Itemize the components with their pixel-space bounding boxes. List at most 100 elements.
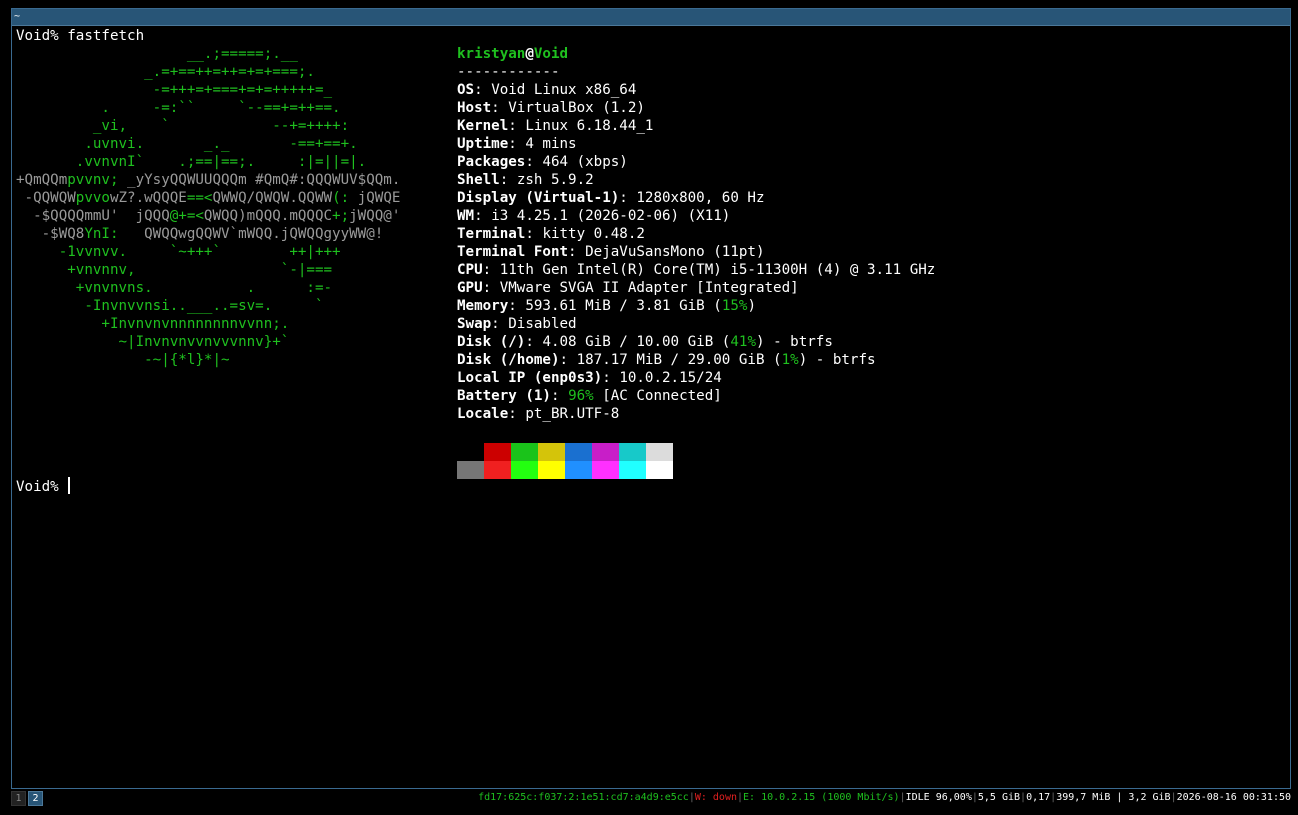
info-line: Kernel: Linux 6.18.44_1 bbox=[457, 118, 654, 134]
logo-line: -Invnvvnsi..___..=sv=. ` bbox=[16, 297, 323, 315]
info-line: Locale: pt_BR.UTF-8 bbox=[457, 406, 620, 422]
info-key: OS bbox=[457, 82, 475, 98]
color-swatch bbox=[619, 443, 646, 461]
logo-segment: @+=< bbox=[169, 208, 204, 224]
logo-segment: +QmQQm bbox=[16, 172, 68, 188]
info-line: Local IP (enp0s3): 10.0.2.15/24 bbox=[457, 370, 722, 386]
info-value: 11th Gen Intel(R) Core(TM) i5-11300H (4)… bbox=[499, 262, 936, 278]
info-key: Display (Virtual-1) bbox=[457, 190, 620, 206]
logo-segment: -1vvnvv. `~+++` ++|+++ bbox=[16, 244, 341, 260]
info-value-suffix: ) - btrfs bbox=[798, 352, 876, 368]
color-swatch bbox=[565, 443, 592, 461]
info-line: Uptime: 4 mins bbox=[457, 136, 577, 152]
info-key: Packages bbox=[457, 154, 526, 170]
logo-segment: jWQQ@' bbox=[349, 208, 401, 224]
info-key: CPU bbox=[457, 262, 483, 278]
info-value: 187.17 MiB / 29.00 GiB ( bbox=[576, 352, 782, 368]
info-value-suffix: ) bbox=[747, 298, 756, 314]
hostname: Void bbox=[533, 46, 569, 62]
info-key: Swap bbox=[457, 316, 492, 332]
at-sign: @ bbox=[525, 46, 534, 62]
color-swatch bbox=[484, 461, 511, 479]
load-status: 0,17 bbox=[1026, 792, 1051, 803]
ipv6-status: fd17:625c:f037:2:1e51:cd7:a4d9:e5cc bbox=[478, 792, 689, 803]
logo-segment: _vi, ` --+=++++: bbox=[16, 118, 350, 134]
info-line: Host: VirtualBox (1.2) bbox=[457, 100, 645, 116]
logo-segment: +; bbox=[332, 208, 350, 224]
logo-segment: -~|{*l}*|~ bbox=[16, 352, 230, 368]
logo-line: -$WQ8YnI: QWQQwgQQWV`mWQQ.jQWQQgyyWW@! bbox=[16, 225, 384, 243]
wifi-status: W: down bbox=[694, 792, 737, 803]
logo-line: -QQWQWpvvowZ?.wQQQE==<QWWQ/QWQW.QQWW(: j… bbox=[16, 189, 401, 207]
logo-segment: .uvnvi. _._ -==+==+. bbox=[16, 136, 358, 152]
info-line: WM: i3 4.25.1 (2026-02-06) (X11) bbox=[457, 208, 731, 224]
info-value: Void Linux x86_64 bbox=[491, 82, 637, 98]
info-key: Uptime bbox=[457, 136, 509, 152]
color-swatch bbox=[592, 461, 619, 479]
logo-segment: ~|Invnvnvvnvvvnnv}+` bbox=[16, 334, 290, 350]
info-key: Host bbox=[457, 100, 492, 116]
info-value-suffix: ) - btrfs bbox=[755, 334, 833, 350]
logo-segment: pvvo bbox=[75, 190, 110, 206]
clock: 2026-08-16 00:31:50 bbox=[1176, 792, 1291, 803]
logo-segment: +Invnvnvnnnnnnnnvvnn;. bbox=[16, 316, 290, 332]
text-cursor bbox=[68, 477, 71, 494]
info-key: Battery (1) bbox=[457, 388, 551, 404]
logo-line: +vnvnnv, `-|=== bbox=[16, 261, 332, 279]
info-key: GPU bbox=[457, 280, 483, 296]
info-line: Terminal: kitty 0.48.2 bbox=[457, 226, 645, 242]
color-swatch bbox=[592, 443, 619, 461]
logo-segment: . -=:`` `--==+=++==. bbox=[16, 100, 341, 116]
info-key: Memory bbox=[457, 298, 509, 314]
logo-segment: QWQQ)mQQQ.mQQQC bbox=[203, 208, 333, 224]
window-title: ~ bbox=[14, 11, 21, 22]
info-key: Local IP (enp0s3) bbox=[457, 370, 603, 386]
logo-segment: +vnvnvns. . :=- bbox=[16, 280, 333, 296]
color-swatch bbox=[538, 461, 565, 479]
color-swatch bbox=[484, 443, 511, 461]
info-line: GPU: VMware SVGA II Adapter [Integrated] bbox=[457, 280, 799, 296]
info-key: Disk (/home) bbox=[457, 352, 560, 368]
color-swatch bbox=[565, 461, 592, 479]
workspace-button-1[interactable]: 1 bbox=[11, 791, 26, 806]
ethernet-status: E: 10.0.2.15 (1000 Mbit/s) bbox=[743, 792, 900, 803]
terminal-content[interactable]: Void% fastfetch __.;=====;.__ _.=+==++=+… bbox=[16, 27, 1290, 788]
info-key: Kernel bbox=[457, 118, 509, 134]
terminal-window[interactable]: ~ Void% fastfetch __.;=====;.__ _.=+==++… bbox=[11, 8, 1291, 789]
info-value: DejaVuSansMono (11pt) bbox=[585, 244, 765, 260]
user-host-line: kristyan@Void bbox=[457, 45, 568, 63]
window-titlebar[interactable]: ~ bbox=[12, 9, 1290, 26]
logo-line: _.=+==++=++=+=+===;. bbox=[16, 63, 315, 81]
logo-line: -=+++=+===+=+=+++++=_ bbox=[16, 81, 332, 99]
logo-line: .vvnvnI` .;==|==;. :|=||=|. bbox=[16, 153, 366, 171]
logo-segment: -$QQQQmmU' jQQQ bbox=[16, 208, 170, 224]
username: kristyan bbox=[457, 46, 526, 62]
logo-segment: -QQWQW bbox=[16, 190, 76, 206]
logo-segment: (: bbox=[332, 190, 350, 206]
logo-segment: YnI: bbox=[84, 226, 119, 242]
info-value: i3 4.25.1 (2026-02-06) (X11) bbox=[491, 208, 731, 224]
command-text: fastfetch bbox=[67, 28, 145, 44]
info-line: Disk (/home): 187.17 MiB / 29.00 GiB (1%… bbox=[457, 352, 876, 368]
info-percent: 1% bbox=[781, 352, 799, 368]
prompt-line[interactable]: Void% bbox=[16, 477, 71, 496]
info-line: OS: Void Linux x86_64 bbox=[457, 82, 637, 98]
logo-segment: _yYsyQQWUUQQQm #QmQ#:QQQWUV$QQm. bbox=[118, 172, 401, 188]
info-value: 10.0.2.15/24 bbox=[619, 370, 722, 386]
info-percent: 96% bbox=[568, 388, 594, 404]
info-value: VirtualBox (1.2) bbox=[508, 100, 645, 116]
logo-segment: _.=+==++=++=+=+===;. bbox=[16, 64, 315, 80]
info-value: kitty 0.48.2 bbox=[542, 226, 645, 242]
logo-line: +vnvnvns. . :=- bbox=[16, 279, 332, 297]
workspace-button-2[interactable]: 2 bbox=[28, 791, 43, 806]
logo-segment: .vvnvnI` .;==|==;. :|=||=|. bbox=[16, 154, 367, 170]
logo-segment: ==< bbox=[186, 190, 213, 206]
info-key: Locale bbox=[457, 406, 509, 422]
info-line: Memory: 593.61 MiB / 3.81 GiB (15%) bbox=[457, 298, 756, 314]
info-separator: ------------ bbox=[457, 64, 560, 80]
info-line: Display (Virtual-1): 1280x800, 60 Hz bbox=[457, 190, 765, 206]
info-line: Battery (1): 96% [AC Connected] bbox=[457, 388, 722, 404]
logo-line: +QmQQmpvvnv; _yYsyQQWUUQQQm #QmQ#:QQQWUV… bbox=[16, 171, 400, 189]
info-line: Packages: 464 (xbps) bbox=[457, 154, 628, 170]
color-swatch bbox=[457, 443, 484, 461]
